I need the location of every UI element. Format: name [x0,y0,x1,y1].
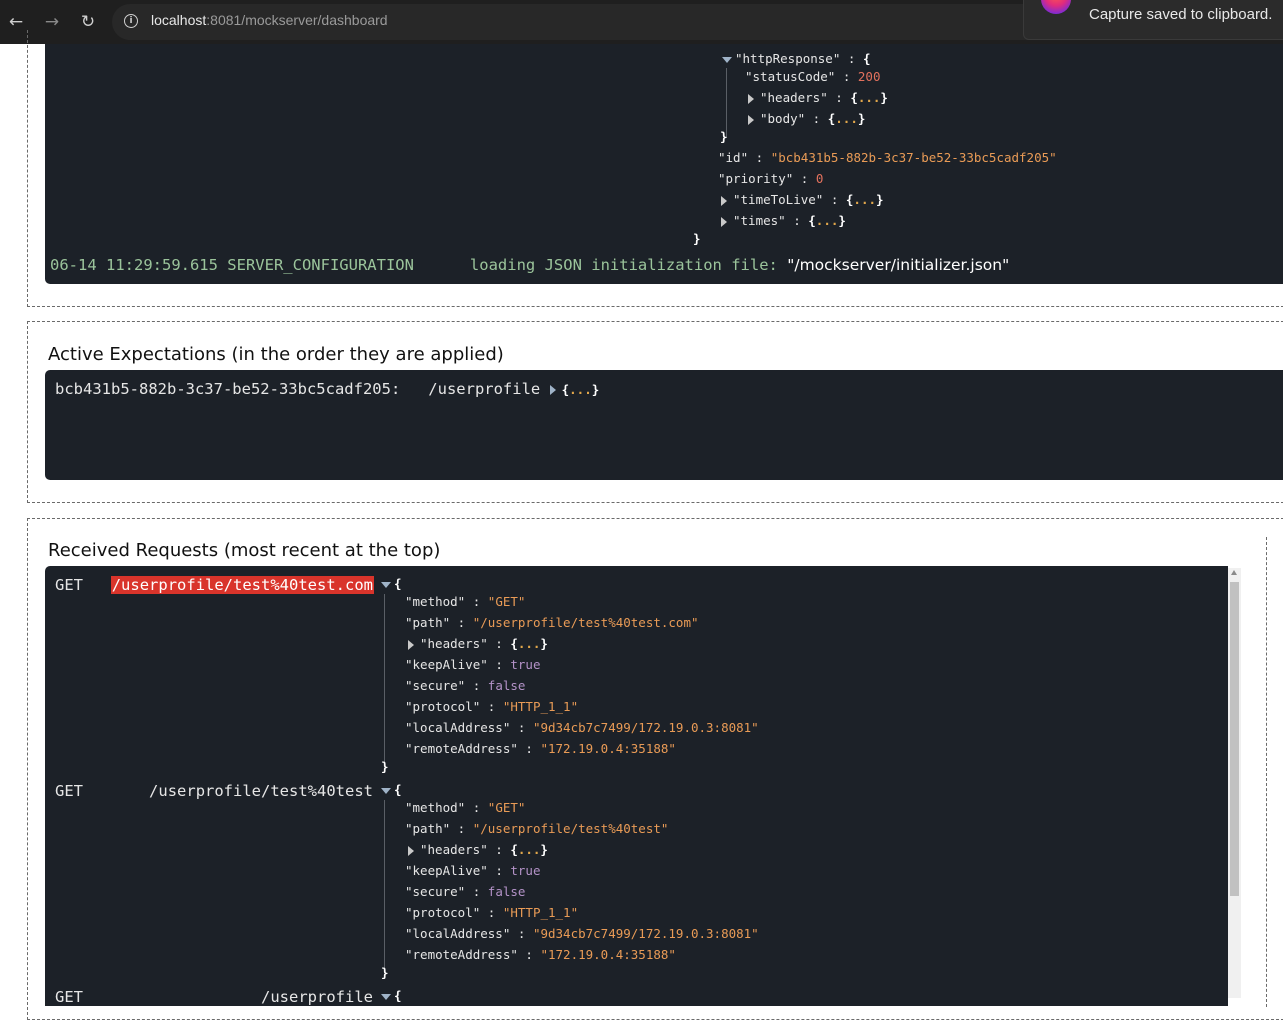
json-line: "protocol" : "HTTP_1_1" [405,699,579,714]
expand-toggle-icon[interactable] [408,845,414,856]
toast-message: Capture saved to clipboard. [1089,6,1273,23]
json-line: "times" : {...} [721,212,846,230]
collapse-toggle-icon[interactable] [381,581,391,588]
json-line: "method" : "GET" [405,800,526,815]
json-line: "path" : "/userprofile/test%40test.com" [405,615,699,630]
request-method: GET [55,576,83,594]
received-requests-title: Received Requests (most recent at the to… [48,540,441,561]
panel-divider [1266,537,1267,1007]
request-path[interactable]: /userprofile/test%40test [149,782,373,800]
request-path[interactable]: /userprofile [261,988,373,1006]
json-line: "keepAlive" : true [405,863,541,878]
json-line: "body" : {...} [748,110,865,128]
json-line: "remoteAddress" : "172.19.0.4:35188" [405,741,676,756]
json-line: } [720,129,728,144]
request-path-highlighted[interactable]: /userprofile/test%40test.com [110,576,374,594]
json-line: "secure" : false [405,884,526,899]
expand-toggle-icon[interactable] [721,195,727,206]
json-line: "timeToLive" : {...} [721,191,884,209]
json-line: "remoteAddress" : "172.19.0.4:35188" [405,947,676,962]
json-guide [384,594,385,762]
firefox-logo-icon [1041,0,1071,14]
json-line: { [381,781,402,799]
expand-toggle-icon[interactable] [721,216,727,227]
json-line: { [381,575,402,593]
json-line: } [381,965,389,980]
site-info-icon[interactable]: i [124,14,138,28]
url-text[interactable]: localhost:8081/mockserver/dashboard [151,12,388,28]
json-line: "localAddress" : "9d34cb7c7499/172.19.0.… [405,926,759,941]
json-line: "keepAlive" : true [405,657,541,672]
collapse-toggle-icon[interactable] [722,56,732,63]
request-method: GET [55,782,83,800]
log-entry: 06-14 11:29:59.615 SERVER_CONFIGURATION … [50,256,1009,274]
expand-toggle-icon[interactable] [549,384,556,395]
expand-toggle-icon[interactable] [748,114,754,125]
json-line: "secure" : false [405,678,526,693]
json-line: "path" : "/userprofile/test%40test" [405,821,669,836]
collapse-toggle-icon[interactable] [381,787,391,794]
url-host: localhost [151,12,207,28]
expectation-item[interactable]: bcb431b5-882b-3c37-be52-33bc5cadf205: /u… [55,380,599,399]
active-expectations-title: Active Expectations (in the order they a… [48,344,504,365]
log-entry-text: 06-14 11:29:59.615 SERVER_CONFIGURATION … [50,256,788,274]
json-guide [384,800,385,968]
json-line: "headers" : {...} [408,635,548,653]
back-arrow-icon[interactable]: ← [4,10,28,34]
request-method: GET [55,988,83,1006]
json-line: { [381,987,402,1005]
json-line: } [381,759,389,774]
json-line: "headers" : {...} [408,841,548,859]
json-line: "localAddress" : "9d34cb7c7499/172.19.0.… [405,720,759,735]
expand-toggle-icon[interactable] [748,93,754,104]
scrollbar-thumb[interactable] [1230,582,1239,896]
json-line: "protocol" : "HTTP_1_1" [405,905,579,920]
requests-scrollbar[interactable] [1228,568,1241,998]
url-path: :8081/mockserver/dashboard [206,12,388,28]
json-line: "httpResponse" : { [722,50,870,68]
log-output [45,44,1283,284]
json-line: "id" : "bcb431b5-882b-3c37-be52-33bc5cad… [718,150,1057,165]
expectation-id: bcb431b5-882b-3c37-be52-33bc5cadf205: [55,380,401,398]
json-line: } [693,231,701,246]
json-line: "headers" : {...} [748,89,888,107]
expand-toggle-icon[interactable] [408,639,414,650]
scroll-up-arrow-icon[interactable] [1231,570,1237,575]
log-entry-file: "/mockserver/initializer.json" [787,256,1010,274]
json-line: "priority" : 0 [718,171,824,186]
json-line: "statusCode" : 200 [745,69,881,84]
json-line: "method" : "GET" [405,594,526,609]
expectation-path: /userprofile [428,380,541,398]
